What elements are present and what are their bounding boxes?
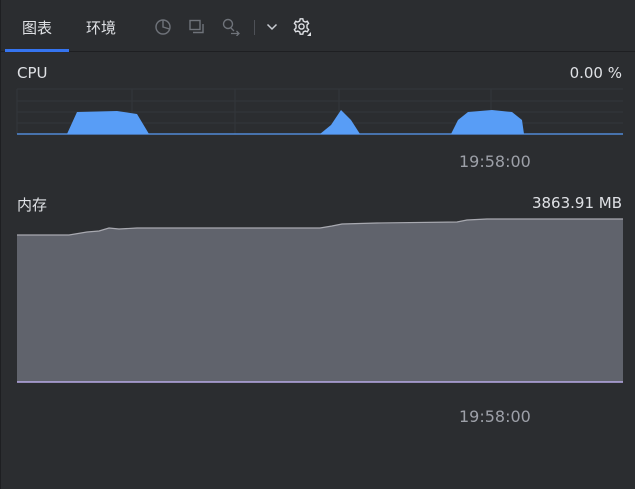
dropdown-button[interactable] — [261, 16, 283, 38]
cpu-time-label: 19:58:00 — [459, 152, 531, 171]
copy-button[interactable] — [186, 16, 208, 38]
memory-time-label: 19:58:00 — [459, 407, 531, 426]
pie-chart-button[interactable] — [152, 16, 174, 38]
toolbar: 图表 环境 — [1, 0, 635, 52]
memory-chart — [17, 218, 623, 383]
memory-area — [17, 219, 623, 382]
chevron-down-icon — [266, 23, 278, 31]
cpu-label: CPU — [17, 64, 48, 82]
copy-icon — [189, 19, 204, 34]
memory-label: 内存 — [17, 196, 48, 214]
cpu-value: 0.00 % — [569, 64, 622, 82]
gear-icon — [293, 18, 311, 36]
tab-environment[interactable]: 环境 — [73, 0, 129, 52]
pie-chart-icon — [155, 19, 171, 35]
profiler-window: 图表 环境 CPU 0.00 % 19:58:00 内存 3863.91 MB … — [0, 0, 635, 489]
cpu-chart — [16, 88, 623, 135]
settings-button[interactable] — [291, 16, 313, 38]
key-search-button[interactable] — [220, 16, 242, 38]
cpu-area — [17, 110, 623, 134]
toolbar-separator — [254, 20, 255, 35]
key-search-icon — [222, 18, 240, 36]
memory-value: 3863.91 MB — [531, 194, 622, 212]
tab-chart[interactable]: 图表 — [5, 0, 69, 52]
